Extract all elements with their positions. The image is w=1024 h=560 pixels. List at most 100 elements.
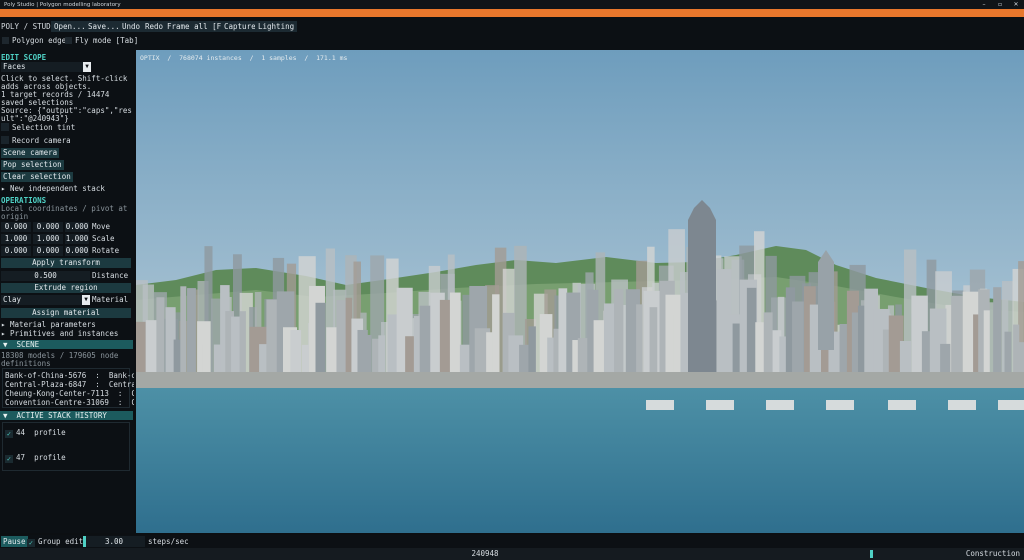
scope-mode-value: Faces (3, 62, 26, 71)
pier (646, 400, 674, 410)
scale-x-field[interactable]: 1.000 (1, 234, 31, 244)
building (951, 295, 963, 375)
scope-mode-select[interactable]: Faces ▼ (1, 62, 91, 72)
building (449, 292, 461, 375)
pop-selection-button[interactable]: Pop selection (1, 160, 64, 170)
building (593, 320, 606, 375)
maximize-button[interactable]: ▫ (992, 1, 1008, 8)
status-bar: 240948 Construction (0, 548, 1024, 560)
building (266, 299, 279, 375)
tree-primitives-instances[interactable]: ▸ Primitives and instances (1, 329, 118, 338)
check-icon[interactable]: ✓ (5, 430, 13, 438)
building (763, 312, 773, 375)
render-viewport[interactable]: OPTIX / 768074 instances / 1 samples / 1… (136, 50, 1024, 533)
building (558, 288, 568, 375)
building (239, 311, 246, 375)
scene-camera-button[interactable]: Scene camera (1, 148, 60, 158)
open-button[interactable]: Open... (51, 21, 89, 32)
lighting-button[interactable]: Lighting (255, 21, 298, 32)
distance-field[interactable]: 0.500 (1, 271, 90, 281)
building (577, 338, 589, 375)
progress-marker[interactable] (870, 550, 874, 558)
history-item[interactable]: ✓ 47 profile (5, 453, 66, 463)
tree-material-parameters[interactable]: ▸ Material parameters (1, 320, 96, 329)
landmark-tower (688, 200, 716, 385)
accent-strip (0, 9, 1024, 17)
history-label: profile (34, 453, 66, 462)
move-z-field[interactable]: 0.000 (65, 222, 89, 232)
fly-mode-label: Fly mode [Tab] (75, 36, 139, 45)
speed-slider[interactable]: 3.00 (83, 536, 145, 547)
scale-z-field[interactable]: 1.000 (65, 234, 89, 244)
left-panel: EDIT SCOPE Faces ▼ Click to select. Shif… (0, 50, 134, 533)
rotate-z-field[interactable]: 0.000 (65, 246, 89, 256)
list-item[interactable]: Convention-Centre-31069 : Conv (5, 398, 134, 407)
save-button[interactable]: Save... (85, 21, 123, 32)
checkbox-box (2, 37, 9, 44)
scope-help-text: Click to select. Shift-click adds across… (1, 74, 128, 91)
group-edits-label: Group edits (38, 537, 88, 546)
scope-source-text: Source: {"output":"caps","result":"@2409… (1, 106, 132, 123)
bottom-bar: Pause ✓ Group edits 3.00 steps/sec (0, 535, 1024, 548)
check-icon: ✓ (27, 539, 35, 547)
pause-button[interactable]: Pause (1, 536, 28, 547)
building (315, 302, 326, 375)
group-edits-toggle[interactable]: ✓ Group edits (27, 536, 88, 547)
material-select[interactable]: Clay ▼ (1, 295, 90, 305)
checkbox-box (1, 136, 9, 144)
building (899, 340, 912, 375)
move-x-field[interactable]: 0.000 (1, 222, 31, 232)
undo-button[interactable]: Undo (119, 21, 144, 32)
scale-y-field[interactable]: 1.000 (33, 234, 63, 244)
scene-summary: 18308 models / 179605 node definitions (1, 351, 119, 368)
capture-button[interactable]: Capture (221, 21, 259, 32)
history-id: 44 (16, 428, 26, 437)
speed-unit: steps/sec (148, 537, 189, 546)
extrude-region-button[interactable]: Extrude region (1, 283, 131, 293)
mode-label: Construction (965, 549, 1020, 558)
rotate-label: Rotate (92, 246, 120, 255)
list-item[interactable]: Central-Plaza-6847 : Central-P (5, 380, 134, 389)
history-section-header[interactable]: ▼ ACTIVE STACK HISTORY (0, 411, 133, 420)
selection-tint-toggle[interactable]: Selection tint (1, 123, 75, 133)
selection-tint-label: Selection tint (12, 123, 76, 132)
redo-button[interactable]: Redo (142, 21, 167, 32)
pier (706, 400, 734, 410)
menu-bar: POLY / STUDIO Open... Save... Undo Redo … (0, 18, 1024, 50)
polygon-edges-toggle[interactable]: Polygon edges (2, 35, 71, 46)
history-label: profile (34, 428, 66, 437)
frame-all-button[interactable]: Frame all [F] (164, 21, 229, 32)
list-item[interactable]: Bank-of-China-5676 : Bank-of-C (5, 371, 134, 380)
tree-new-independent-stack[interactable]: ▸ New independent stack (1, 184, 105, 193)
clear-selection-button[interactable]: Clear selection (1, 172, 73, 182)
tree-label: Material parameters (10, 320, 96, 329)
building (528, 326, 536, 375)
polygon-edges-label: Polygon edges (12, 36, 71, 45)
building (649, 307, 658, 375)
assign-material-button[interactable]: Assign material (1, 308, 131, 318)
building (156, 297, 165, 375)
title-bar: Poly Studio | Polygon modelling laborato… (0, 0, 1024, 9)
history-header-label: ACTIVE STACK HISTORY (16, 411, 107, 420)
checkbox-box (1, 123, 9, 131)
move-y-field[interactable]: 0.000 (33, 222, 63, 232)
rotate-x-field[interactable]: 0.000 (1, 246, 31, 256)
pier (826, 400, 854, 410)
minimize-button[interactable]: – (976, 1, 992, 8)
check-icon[interactable]: ✓ (5, 455, 13, 463)
history-item[interactable]: ✓ 44 profile (5, 428, 66, 438)
record-camera-label: Record camera (12, 136, 71, 145)
distance-label: Distance (92, 271, 129, 280)
apply-transform-button[interactable]: Apply transform (1, 258, 131, 268)
fly-mode-toggle[interactable]: Fly mode [Tab] (65, 35, 138, 46)
building (983, 310, 990, 375)
tree-label: Primitives and instances (10, 329, 119, 338)
close-button[interactable]: ✕ (1008, 1, 1024, 8)
rotate-y-field[interactable]: 0.000 (33, 246, 63, 256)
list-item[interactable]: Cheung-Kong-Center-7113 : Cheu (5, 389, 134, 398)
building (614, 289, 624, 375)
scene-section-header[interactable]: ▼ SCENE (0, 340, 133, 349)
record-camera-toggle[interactable]: Record camera (1, 136, 71, 146)
building (387, 314, 398, 375)
pier (888, 400, 916, 410)
